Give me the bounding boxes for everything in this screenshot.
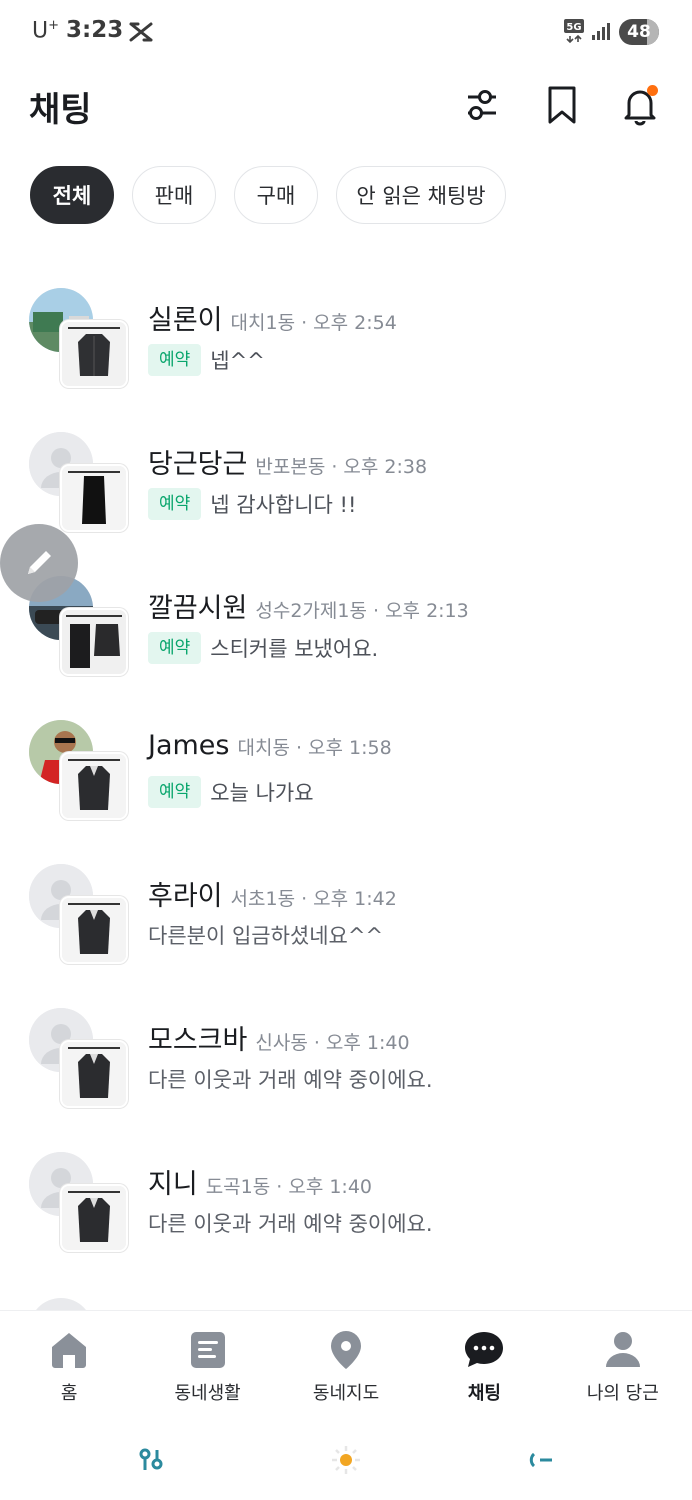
nav-chat[interactable]: 채팅 (415, 1311, 553, 1414)
chat-last-message: 다른 이웃과 거래 예약 중이에요. (148, 1212, 433, 1236)
nav-label: 동네지도 (312, 1383, 380, 1404)
sun-icon (332, 1446, 360, 1474)
map-pin-icon (331, 1331, 362, 1369)
capcut-icon (128, 21, 154, 43)
chat-room-item[interactable]: 지니 도곡1동 · 오후 1:40 다른 이웃과 거래 예약 중이에요. (0, 1132, 692, 1276)
chat-location-time: 도곡1동 · 오후 1:40 (205, 1176, 373, 1198)
signal-icon (590, 20, 612, 42)
chat-sender-name: 지니 (148, 1169, 198, 1200)
chat-room-item[interactable]: James 대치동 · 오후 1:58 예약 오늘 나가요 (0, 700, 692, 844)
chat-list: 실론이 대치1동 · 오후 2:54 예약 넵^^ 당근당근 반포본동 · 오후 2… (0, 268, 692, 1276)
community-icon (190, 1332, 225, 1368)
back-icon (529, 1452, 552, 1468)
nav-label: 나의 당근 (586, 1383, 659, 1404)
status-bar: U+ 3:23 5G 48 (0, 0, 692, 64)
chat-room-item[interactable]: 실론이 대치1동 · 오후 2:54 예약 넵^^ (0, 268, 692, 412)
nav-home[interactable]: 홈 (0, 1311, 138, 1414)
system-home-button[interactable] (326, 1442, 366, 1478)
filter-chip-buy[interactable]: 구매 (234, 166, 318, 224)
filter-chip-unread[interactable]: 안 읽은 채팅방 (336, 166, 506, 224)
chat-sender-name: 깔끔시원 (148, 593, 248, 624)
chat-sender-name: James (148, 730, 230, 761)
chat-sender-name: 당근당근 (148, 449, 248, 480)
network-5g-icon: 5G (563, 18, 585, 44)
reserved-badge: 예약 (148, 488, 202, 520)
nav-label: 채팅 (467, 1383, 501, 1404)
system-navigation-bar (0, 1414, 692, 1500)
product-thumbnail (60, 752, 128, 820)
reserved-badge: 예약 (148, 344, 202, 376)
chat-location-time: 대치1동 · 오후 2:54 (230, 312, 397, 334)
chat-room-item[interactable]: 모스크바 신사동 · 오후 1:40 다른 이웃과 거래 예약 중이에요. (0, 988, 692, 1132)
product-thumbnail (60, 320, 128, 388)
chat-room-item[interactable]: 후라이 서초1동 · 오후 1:42 다른분이 입금하셨네요^^ (0, 844, 692, 988)
chat-last-message: 다른분이 입금하셨네요^^ (148, 924, 384, 948)
chat-filter-bar: 전체 판매 구매 안 읽은 채팅방 (30, 166, 506, 224)
page-title: 채팅 (29, 90, 92, 130)
status-clock: 3:23 (66, 17, 124, 43)
compose-fab[interactable] (0, 524, 78, 602)
chat-last-message: 오늘 나가요 (210, 781, 314, 805)
svg-text:5G: 5G (566, 22, 581, 33)
notification-button[interactable] (618, 82, 662, 128)
chat-location-time: 서초1동 · 오후 1:42 (230, 888, 397, 910)
notification-badge (647, 85, 658, 96)
home-icon (52, 1333, 87, 1368)
product-thumbnail (60, 1184, 128, 1252)
carrier-label: U+ (32, 18, 60, 44)
reserved-badge: 예약 (148, 776, 202, 808)
nav-label: 동네생활 (174, 1383, 241, 1404)
system-accessibility-button[interactable] (132, 1442, 172, 1478)
bookmark-icon (548, 86, 576, 124)
product-thumbnail (60, 608, 128, 676)
chat-location-time: 반포본동 · 오후 2:38 (255, 456, 428, 478)
chat-location-time: 신사동 · 오후 1:40 (255, 1032, 410, 1054)
chat-room-item[interactable]: 깔끔시원 성수2가제1동 · 오후 2:13 예약 스티커를 보냈어요. (0, 556, 692, 700)
filter-chip-sell[interactable]: 판매 (132, 166, 216, 224)
product-thumbnail (60, 464, 128, 532)
reserved-badge: 예약 (148, 632, 202, 664)
nav-map[interactable]: 동네지도 (277, 1311, 415, 1414)
chat-sender-name: 후라이 (148, 881, 223, 912)
chat-sender-name: 모스크바 (148, 1025, 248, 1056)
battery-indicator: 48 (619, 19, 659, 45)
nav-community[interactable]: 동네생활 (138, 1311, 276, 1414)
chat-last-message: 넵^^ (210, 349, 265, 373)
bottom-navigation: 홈 동네생활 동네지도 채팅 나의 당근 (0, 1310, 692, 1414)
chat-last-message: 스티커를 보냈어요. (210, 637, 379, 661)
chat-sender-name: 실론이 (148, 305, 223, 336)
bookmark-button[interactable] (540, 82, 584, 128)
chat-last-message: 넵 감사합니다 !! (210, 493, 357, 517)
profile-icon (605, 1332, 640, 1367)
pencil-icon (28, 551, 51, 574)
nav-my-profile[interactable]: 나의 당근 (554, 1311, 692, 1414)
chat-location-time: 성수2가제1동 · 오후 2:13 (255, 600, 469, 622)
chat-room-item[interactable]: 당근당근 반포본동 · 오후 2:38 예약 넵 감사합니다 !! (0, 412, 692, 556)
nav-label: 홈 (60, 1383, 78, 1404)
filter-settings-button[interactable] (460, 82, 504, 128)
product-thumbnail (60, 1040, 128, 1108)
filter-chip-all[interactable]: 전체 (30, 166, 114, 224)
product-thumbnail (60, 896, 128, 964)
chat-bubble-icon (465, 1332, 504, 1367)
sliders-icon (468, 90, 496, 120)
chat-location-time: 대치동 · 오후 1:58 (237, 737, 392, 759)
accessibility-icon (139, 1448, 163, 1470)
system-back-button[interactable] (520, 1442, 560, 1478)
chat-last-message: 다른 이웃과 거래 예약 중이에요. (148, 1068, 433, 1092)
